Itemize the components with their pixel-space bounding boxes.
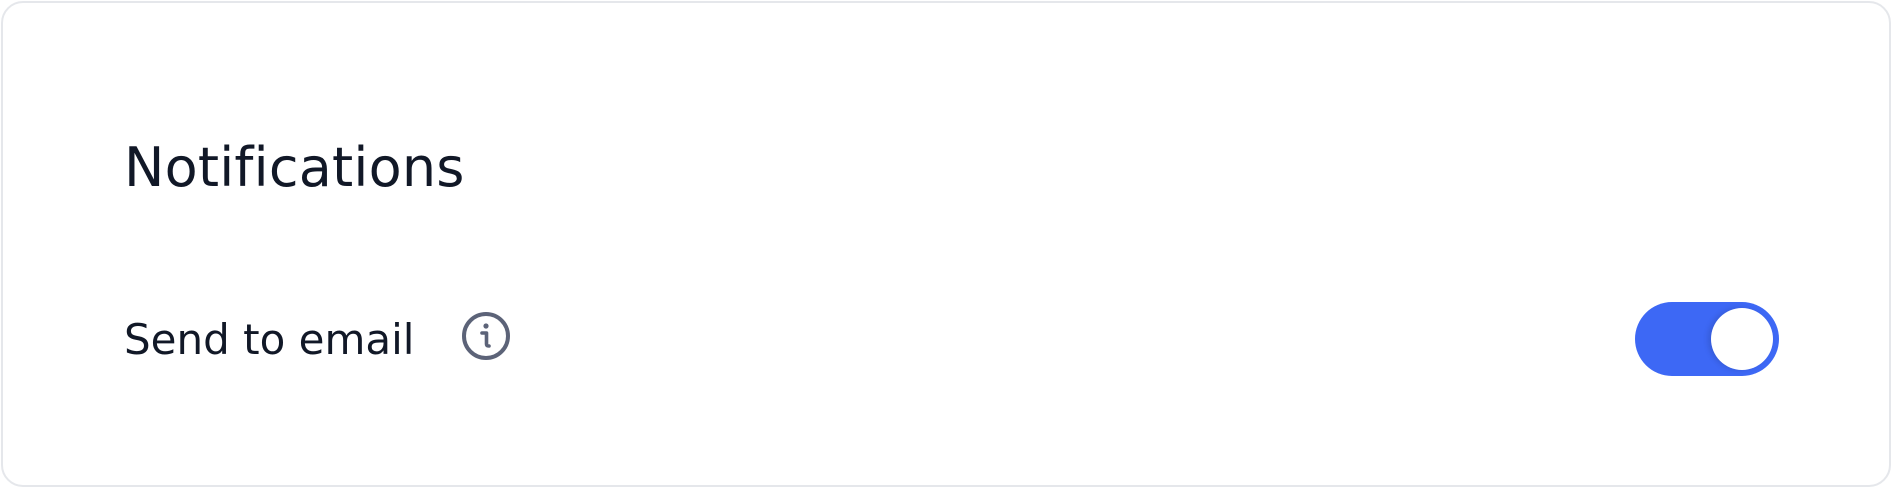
info-icon[interactable] (461, 311, 511, 361)
page-title: Notifications (124, 136, 465, 199)
toggle-knob (1711, 308, 1773, 370)
send-to-email-toggle[interactable] (1635, 302, 1779, 376)
notifications-card: Notifications Send to email (1, 1, 1891, 487)
setting-label: Send to email (124, 315, 415, 364)
setting-row-send-to-email: Send to email (124, 302, 1779, 378)
